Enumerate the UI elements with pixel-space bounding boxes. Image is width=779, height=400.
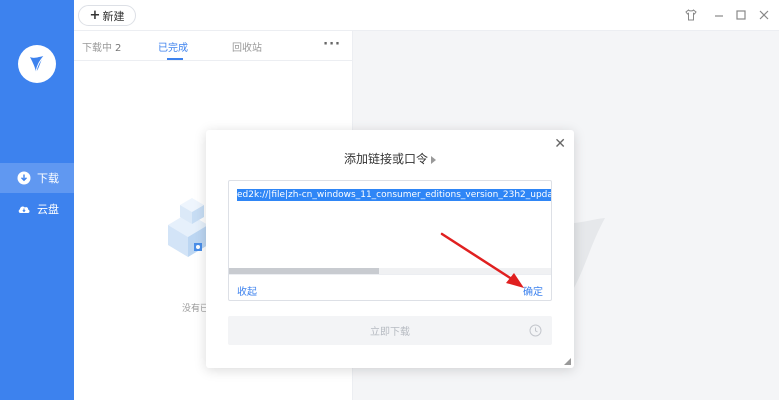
- sidebar: 下载 云盘: [0, 0, 74, 400]
- new-button-label: 新建: [102, 9, 125, 23]
- sidebar-item-label: 下载: [37, 172, 59, 185]
- divider: [229, 274, 551, 275]
- tab-downloading[interactable]: 下载中 2: [82, 39, 121, 54]
- caret-right-icon: [431, 155, 436, 164]
- tab-recycle-bin[interactable]: 回收站: [232, 39, 262, 54]
- dialog-close-icon[interactable]: ✕: [554, 137, 566, 151]
- tab-label: 已完成: [158, 43, 188, 54]
- bird-logo-icon: [30, 55, 45, 73]
- tab-label: 回收站: [232, 43, 262, 54]
- cloud-icon: [18, 206, 30, 213]
- task-tabs: 下载中 2 已完成 回收站 ···: [74, 31, 353, 61]
- tab-completed[interactable]: 已完成: [158, 39, 188, 54]
- sidebar-item-cloud[interactable]: 云盘: [0, 194, 74, 224]
- add-link-dialog: 添加链接或口令 ✕ ed2k://|file|zh-cn_windows_11_…: [206, 130, 574, 368]
- sidebar-item-label: 云盘: [37, 203, 59, 216]
- maximize-icon[interactable]: [734, 8, 748, 22]
- plus-icon: +: [89, 8, 101, 23]
- minimize-icon[interactable]: [712, 8, 726, 22]
- new-task-button[interactable]: + 新建: [78, 5, 136, 26]
- collapse-button[interactable]: 收起: [237, 283, 257, 298]
- link-input-box[interactable]: ed2k://|file|zh-cn_windows_11_consumer_e…: [228, 180, 552, 301]
- empty-state-text: 没有已: [182, 304, 210, 314]
- download-icon: [17, 171, 31, 185]
- sidebar-item-download[interactable]: 下载: [0, 163, 74, 193]
- link-textarea-value[interactable]: ed2k://|file|zh-cn_windows_11_consumer_e…: [237, 189, 551, 201]
- confirm-button[interactable]: 确定: [523, 283, 543, 298]
- active-tab-indicator: [167, 58, 183, 60]
- more-options-icon[interactable]: ···: [323, 37, 341, 52]
- close-icon[interactable]: [757, 8, 771, 22]
- tab-label: 下载中: [82, 43, 112, 54]
- resize-grip-icon[interactable]: [564, 358, 571, 365]
- dialog-title-text: 添加链接或口令: [343, 152, 428, 166]
- top-bar: + 新建: [74, 0, 779, 31]
- schedule-clock-icon[interactable]: [529, 324, 542, 337]
- tab-count-badge: 2: [115, 43, 122, 54]
- dialog-title[interactable]: 添加链接或口令: [206, 150, 574, 167]
- download-now-button[interactable]: 立即下载: [228, 316, 552, 345]
- download-now-label: 立即下载: [370, 327, 410, 338]
- skin-shirt-icon[interactable]: [684, 8, 698, 22]
- app-logo: [18, 45, 56, 83]
